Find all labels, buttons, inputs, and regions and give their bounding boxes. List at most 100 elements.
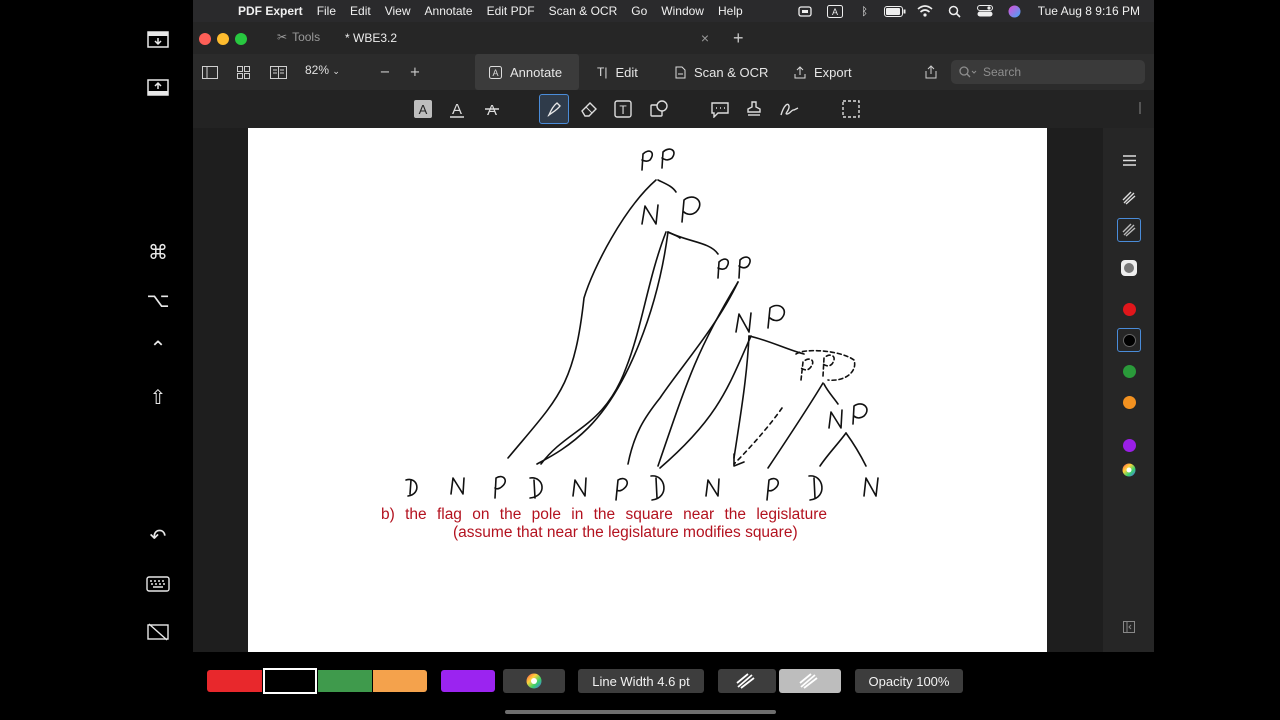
screen-mirror-icon[interactable] — [794, 4, 816, 18]
color-black-swatch[interactable] — [1117, 328, 1141, 352]
comment-icon[interactable] — [708, 97, 732, 121]
svg-text:A: A — [487, 102, 497, 118]
opacity-button[interactable]: Opacity 100% — [855, 669, 963, 693]
palette-black-swatch[interactable] — [263, 668, 317, 694]
dashed-arrow — [733, 407, 783, 465]
menu-file[interactable]: File — [310, 4, 343, 18]
scan-ocr-mode-button[interactable]: Scan & OCR — [660, 54, 782, 90]
list-icon[interactable] — [1117, 148, 1141, 172]
annotation-side-panel — [1103, 128, 1154, 652]
menu-view[interactable]: View — [378, 4, 418, 18]
option-key-icon[interactable]: ⌥ — [146, 288, 170, 312]
eraser-icon[interactable] — [577, 97, 601, 121]
color-green-dot — [1122, 364, 1136, 378]
document-viewport[interactable]: b) the flag on the pole in the square ne… — [193, 128, 1103, 652]
spotlight-icon[interactable] — [944, 4, 966, 18]
color-purple-swatch[interactable] — [1117, 433, 1141, 457]
highlighter-style-icon[interactable] — [1117, 218, 1141, 242]
home-indicator[interactable] — [505, 710, 776, 714]
selection-icon[interactable] — [839, 97, 863, 121]
signature-icon[interactable] — [777, 97, 801, 121]
stamp-icon[interactable] — [742, 97, 766, 121]
sidebar-toggle-icon[interactable] — [201, 64, 219, 80]
zoom-out-button[interactable]: − — [376, 64, 394, 80]
scan-ocr-mode-label: Scan & OCR — [694, 64, 769, 80]
line-width-button[interactable]: Line Width 4.6 pt — [578, 669, 704, 693]
underline-text-icon[interactable]: A — [445, 97, 469, 121]
palette-red-swatch[interactable] — [207, 670, 262, 692]
disconnect-display-icon[interactable] — [146, 620, 170, 644]
export-mode-button[interactable]: Export — [780, 54, 866, 90]
branch-d1 — [507, 179, 657, 459]
export-icon — [794, 65, 806, 78]
color-red-swatch[interactable] — [1117, 297, 1141, 321]
chevron-down-icon: ⌄ — [332, 66, 340, 76]
color-green-swatch[interactable] — [1117, 359, 1141, 383]
command-key-icon[interactable]: ⌘ — [146, 240, 170, 264]
shift-key-icon[interactable]: ⇧ — [146, 385, 170, 409]
zoom-window-button[interactable] — [235, 33, 247, 45]
menu-help[interactable]: Help — [711, 4, 750, 18]
palette-orange-swatch[interactable] — [373, 670, 427, 692]
menu-edit[interactable]: Edit — [343, 4, 378, 18]
annotation-toolbar: A A A T — [193, 90, 1154, 128]
shapes-icon[interactable] — [647, 97, 671, 121]
edit-mode-button[interactable]: T| Edit — [583, 54, 652, 90]
palette-green-swatch[interactable] — [318, 670, 372, 692]
dock-icon[interactable] — [146, 76, 170, 100]
siri-icon[interactable] — [1004, 4, 1026, 18]
new-tab-button[interactable]: + — [733, 28, 744, 49]
thickness-icon[interactable] — [1117, 256, 1141, 280]
share-icon[interactable] — [922, 64, 940, 80]
annotate-mode-label: Annotate — [510, 64, 563, 80]
collapse-panel-icon[interactable] — [1117, 615, 1141, 639]
pen-style-button[interactable] — [718, 669, 776, 693]
menu-window[interactable]: Window — [654, 4, 711, 18]
menu-clock[interactable]: Tue Aug 8 9:16 PM — [1038, 4, 1140, 18]
zoom-dropdown[interactable]: 82% ⌄ — [305, 63, 340, 77]
undo-icon[interactable]: ↶ — [146, 524, 170, 548]
input-source-icon[interactable]: A — [824, 4, 846, 18]
reading-mode-icon[interactable] — [269, 64, 287, 80]
color-orange-dot — [1122, 395, 1136, 409]
highlight-text-icon[interactable]: A — [411, 97, 435, 121]
highlighter-style-button[interactable] — [779, 669, 841, 693]
zoom-in-button[interactable]: + — [406, 64, 424, 80]
strikethrough-text-icon[interactable]: A — [480, 97, 504, 121]
close-tab-icon[interactable]: × — [701, 30, 709, 46]
pen-style-icon[interactable] — [1117, 186, 1141, 210]
pen-icon[interactable] — [539, 94, 569, 124]
page-grid-icon[interactable] — [234, 64, 252, 80]
menu-scan-ocr[interactable]: Scan & OCR — [542, 4, 625, 18]
toolbar-resize-handle[interactable] — [1139, 102, 1141, 114]
battery-icon[interactable] — [883, 4, 906, 18]
menu-annotate[interactable]: Annotate — [418, 4, 480, 18]
palette-color-wheel-button[interactable] — [503, 669, 565, 693]
wifi-icon[interactable] — [914, 4, 936, 18]
search-icon — [959, 66, 977, 78]
annotate-mode-button[interactable]: A Annotate — [475, 54, 579, 90]
color-wheel-icon[interactable] — [1117, 458, 1141, 482]
pdf-page[interactable]: b) the flag on the pole in the square ne… — [248, 128, 1047, 652]
close-window-button[interactable] — [199, 33, 211, 45]
search-field[interactable]: Search — [951, 60, 1145, 84]
menu-bar-icon[interactable] — [146, 28, 170, 52]
sidecar-strip: ⌘ ⌥ ⌃ ⇧ ↶ — [0, 0, 192, 720]
bluetooth-icon[interactable]: ᛒ — [854, 4, 876, 18]
color-black-dot — [1122, 333, 1136, 347]
menu-go[interactable]: Go — [624, 4, 654, 18]
color-orange-swatch[interactable] — [1117, 390, 1141, 414]
menu-edit-pdf[interactable]: Edit PDF — [480, 4, 542, 18]
keyboard-icon[interactable] — [146, 572, 170, 596]
control-key-icon[interactable]: ⌃ — [146, 336, 170, 360]
menu-app-name[interactable]: PDF Expert — [231, 4, 310, 18]
tools-tab[interactable]: ✂ Tools — [277, 30, 320, 44]
textbox-icon[interactable]: T — [611, 97, 635, 121]
palette-purple-swatch[interactable] — [441, 670, 495, 692]
minimize-window-button[interactable] — [217, 33, 229, 45]
branch-np2-left — [659, 335, 752, 469]
control-center-icon[interactable] — [974, 4, 996, 18]
highlighter-stroke-icon — [799, 673, 818, 689]
annotate-icon: A — [489, 65, 502, 79]
document-tab[interactable]: * WBE3.2 × — [335, 22, 717, 54]
